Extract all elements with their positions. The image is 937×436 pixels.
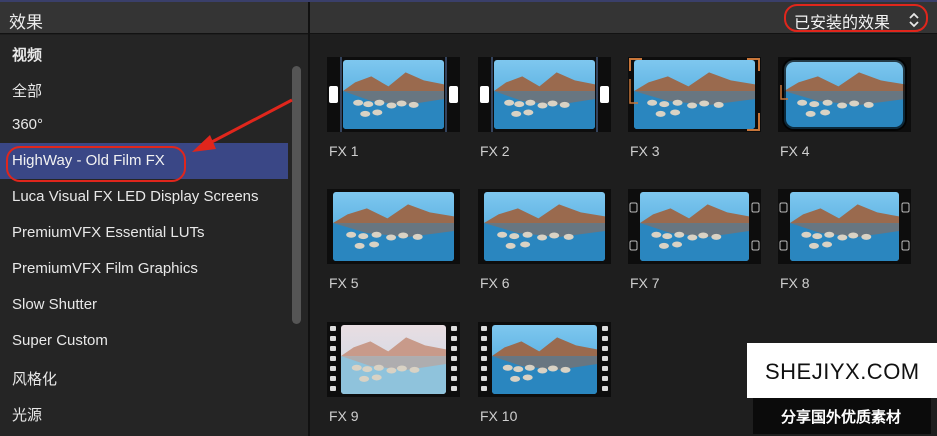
category-label: 全部: [12, 83, 43, 100]
category-label: Slow Shutter: [12, 296, 98, 313]
effect-tile[interactable]: FX 10: [478, 322, 613, 424]
category-item[interactable]: 光源: [0, 395, 288, 431]
watermark: SHEJIYX.COM 分享国外优质素材: [747, 343, 937, 436]
category-label: Luca Visual FX LED Display Screens: [12, 188, 259, 205]
effect-label: FX 9: [329, 408, 359, 424]
annotation-arrow-icon: [192, 98, 293, 152]
watermark-slogan: 分享国外优质素材: [781, 409, 902, 426]
effect-tile[interactable]: FX 4: [778, 57, 913, 159]
effect-label: FX 6: [480, 275, 510, 291]
category-label: 视频: [12, 47, 43, 64]
filter-select-label: 已安装的效果: [794, 15, 891, 32]
watermark-slogan-box: 分享国外优质素材: [753, 398, 931, 434]
effect-thumbnail[interactable]: [478, 189, 611, 264]
updown-chevron-icon: [909, 12, 919, 28]
effect-label: FX 2: [480, 143, 510, 159]
effect-thumbnail[interactable]: [478, 57, 611, 132]
watermark-site-box: SHEJIYX.COM: [747, 343, 937, 398]
category-label: PremiumVFX Essential LUTs: [12, 224, 205, 241]
category-label: 光源: [12, 407, 43, 424]
watermark-site: SHEJIYX.COM: [765, 359, 920, 384]
effects-browser-header: 效果: [0, 2, 308, 34]
category-label: Super Custom: [12, 332, 108, 349]
effect-tile[interactable]: FX 7: [628, 189, 763, 291]
effect-thumbnail[interactable]: [327, 189, 460, 264]
effect-tile[interactable]: FX 1: [327, 57, 462, 159]
effect-tile[interactable]: FX 8: [778, 189, 913, 291]
effect-label: FX 8: [780, 275, 810, 291]
effects-filter-bar: 已安装的效果: [310, 2, 937, 34]
effects-title: 效果: [9, 13, 43, 32]
effect-label: FX 10: [480, 408, 518, 424]
annotation-highlight-oval: [6, 146, 186, 182]
effect-tile[interactable]: FX 9: [327, 322, 462, 424]
effect-thumbnail[interactable]: [327, 322, 460, 397]
effect-label: FX 7: [630, 275, 660, 291]
category-heading[interactable]: 视频: [0, 35, 288, 71]
effect-tile[interactable]: FX 2: [478, 57, 613, 159]
effect-label: FX 5: [329, 275, 359, 291]
effect-thumbnail[interactable]: [778, 189, 911, 264]
category-item[interactable]: 风格化: [0, 359, 288, 395]
effect-thumbnail[interactable]: [778, 57, 911, 132]
effect-thumbnail[interactable]: [628, 189, 761, 264]
effect-label: FX 4: [780, 143, 810, 159]
effect-thumbnail[interactable]: [628, 57, 761, 132]
effect-label: FX 1: [329, 143, 359, 159]
category-item[interactable]: PremiumVFX Film Graphics: [0, 251, 288, 287]
category-item[interactable]: Luca Visual FX LED Display Screens: [0, 179, 288, 215]
category-label: 风格化: [12, 371, 58, 388]
category-item[interactable]: PremiumVFX Essential LUTs: [0, 215, 288, 251]
category-item[interactable]: Super Custom: [0, 323, 288, 359]
effect-thumbnail[interactable]: [327, 57, 460, 132]
effect-label: FX 3: [630, 143, 660, 159]
effect-tile[interactable]: FX 5: [327, 189, 462, 291]
effect-thumbnail[interactable]: [478, 322, 611, 397]
category-label: PremiumVFX Film Graphics: [12, 260, 198, 277]
effect-tile[interactable]: FX 6: [478, 189, 613, 291]
category-label: 360°: [12, 116, 44, 133]
effect-tile[interactable]: FX 3: [628, 57, 763, 159]
category-item[interactable]: Slow Shutter: [0, 287, 288, 323]
installed-effects-select[interactable]: 已安装的效果: [784, 4, 928, 32]
